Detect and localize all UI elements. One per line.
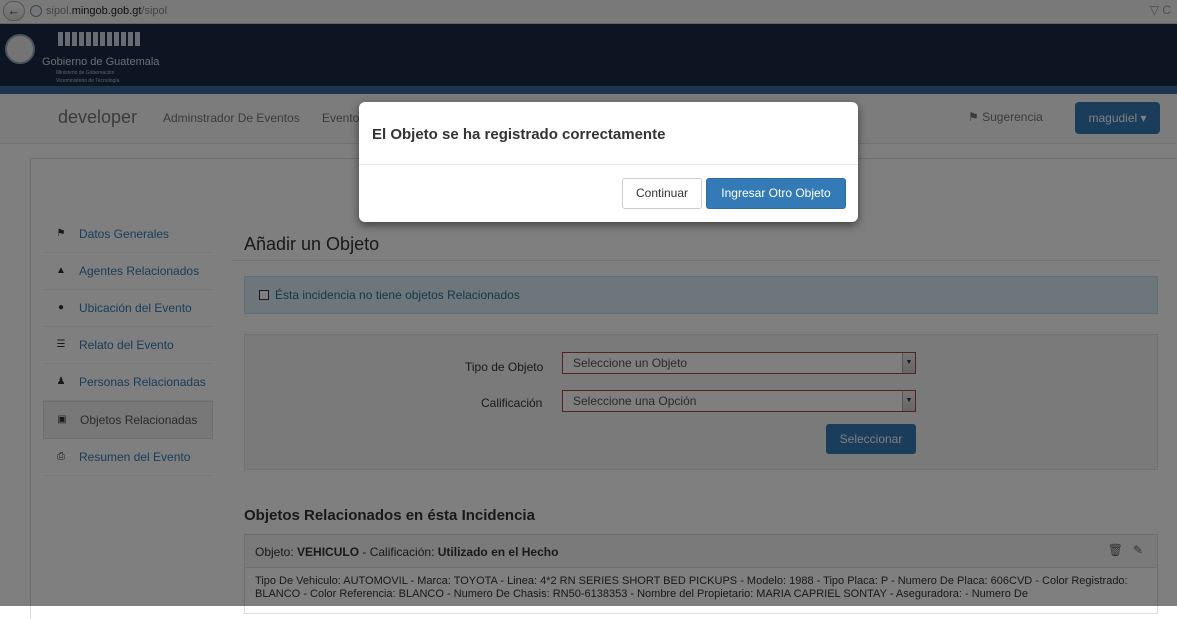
modal-header: El Objeto se ha registrado correctamente [359,102,858,165]
success-modal: El Objeto se ha registrado correctamente… [359,102,858,222]
continue-button[interactable]: Continuar [622,178,702,209]
add-another-object-button[interactable]: Ingresar Otro Objeto [706,178,846,209]
modal-title: El Objeto se ha registrado correctamente [372,126,666,143]
modal-backdrop[interactable] [0,0,1177,606]
